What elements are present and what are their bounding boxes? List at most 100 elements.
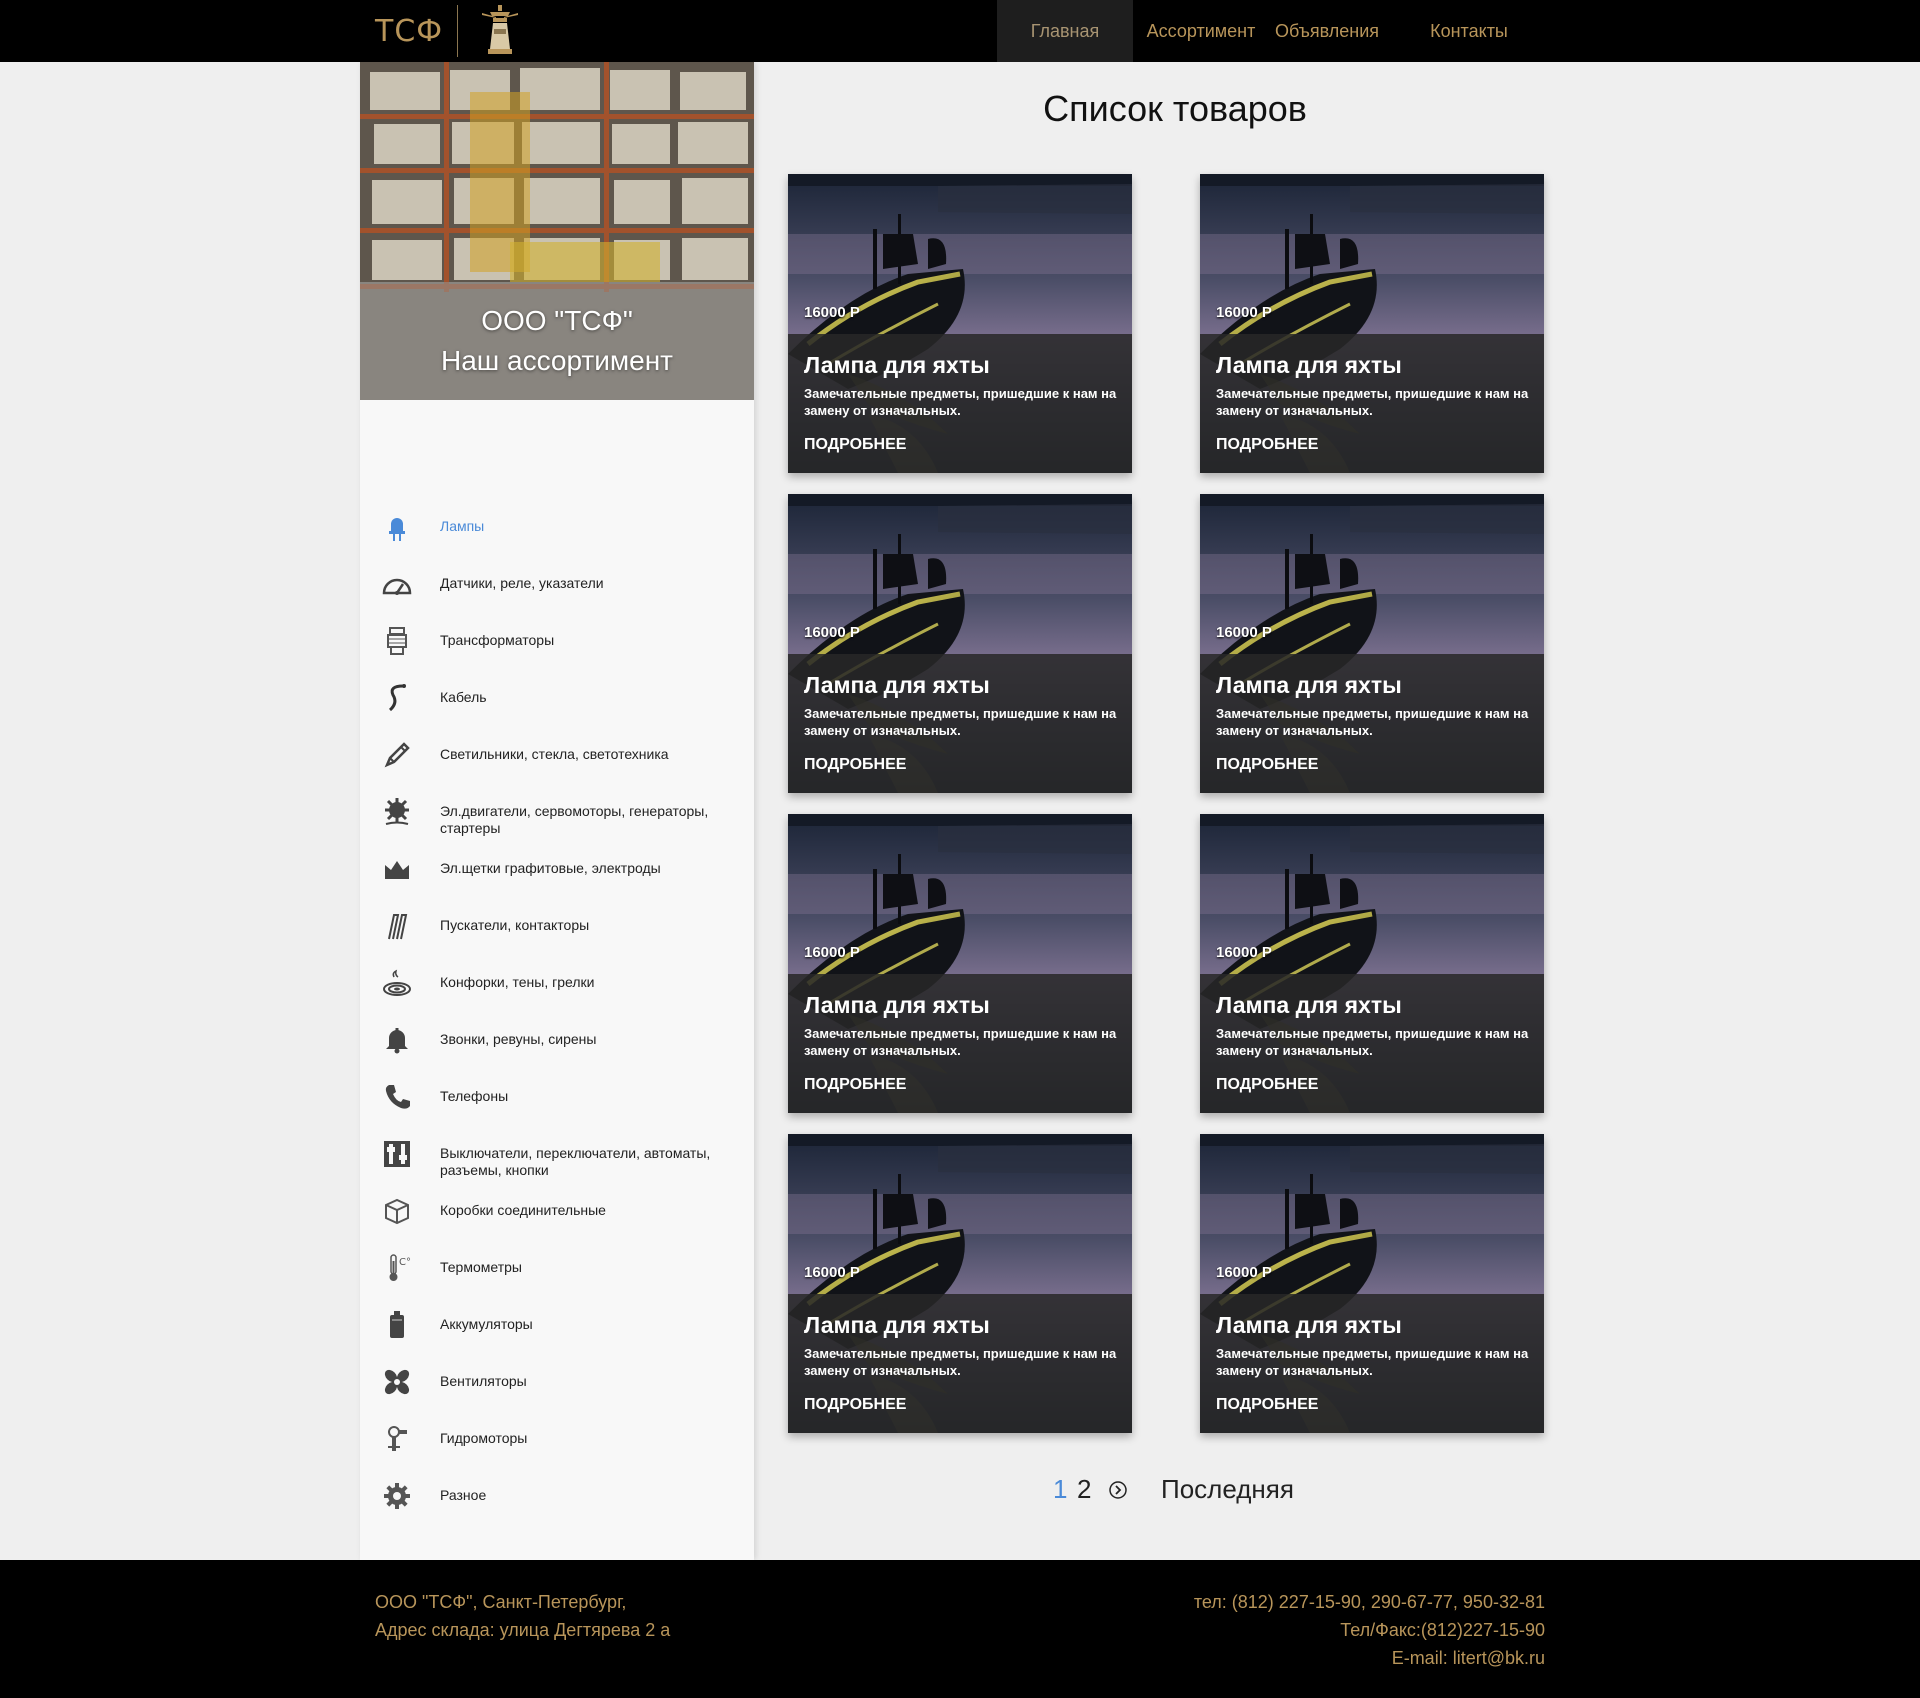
category-label: Выключатели, переключатели, автоматы, ра…: [440, 1145, 711, 1178]
category-label: Термометры: [440, 1259, 522, 1275]
nav-contacts[interactable]: Контакты: [1385, 0, 1553, 62]
product-card[interactable]: 16000 Р Лампа для яхты Замечательные предм…: [788, 174, 1132, 473]
product-card[interactable]: 16000 Р Лампа для яхты Замечательные предм…: [1200, 1134, 1544, 1433]
next-page-icon[interactable]: [1108, 1480, 1128, 1500]
product-card[interactable]: 16000 Р Лампа для яхты Замечательные предм…: [788, 1134, 1132, 1433]
more-link[interactable]: ПОДРОБНЕЕ: [804, 1396, 906, 1414]
footer-phones: тел: (812) 227-15-90, 290-67-77, 950-32-…: [1193, 1592, 1545, 1612]
footer: ООО "ТСФ", Санкт-Петербург, Адрес склада…: [0, 1560, 1920, 1698]
category-item-phones[interactable]: Телефоны: [360, 1082, 754, 1132]
battery-icon: [382, 1310, 412, 1340]
category-item-motors[interactable]: Эл.двигатели, сервомоторы, генераторы, с…: [360, 797, 754, 847]
product-price: 16000 Р: [804, 624, 860, 641]
category-label: Конфорки, тены, грелки: [440, 974, 595, 990]
gear-icon: [382, 1481, 412, 1511]
category-label: Кабель: [440, 689, 487, 705]
category-label: Коробки соединительные: [440, 1202, 606, 1218]
product-title: Лампа для яхты: [804, 992, 990, 1018]
category-item-junction-boxes[interactable]: Коробки соединительные: [360, 1196, 754, 1246]
category-item-brushes[interactable]: Эл.щетки графитовые, электроды: [360, 854, 754, 904]
lamp-icon: [382, 512, 412, 542]
more-link[interactable]: ПОДРОБНЕЕ: [1216, 436, 1318, 454]
motor-icon: [382, 797, 412, 827]
main-nav: Главная Ассортимент Объявления Контакты: [997, 0, 1553, 62]
product-title: Лампа для яхты: [804, 352, 990, 378]
product-card[interactable]: 16000 Р Лампа для яхты Замечательные предм…: [1200, 814, 1544, 1113]
last-page-link[interactable]: Последняя: [1161, 1474, 1294, 1506]
more-link[interactable]: ПОДРОБНЕЕ: [804, 1076, 906, 1094]
category-item-switches[interactable]: Выключатели, переключатели, автоматы, ра…: [360, 1139, 754, 1189]
category-label: Датчики, реле, указатели: [440, 575, 604, 591]
nav-home[interactable]: Главная: [997, 0, 1133, 62]
product-price: 16000 Р: [804, 944, 860, 961]
product-price: 16000 Р: [804, 1264, 860, 1281]
box-icon: [382, 1196, 412, 1226]
category-label: Разное: [440, 1487, 487, 1503]
hero-company: ООО "ТСФ": [481, 305, 633, 336]
product-title: Лампа для яхты: [1216, 672, 1402, 698]
category-item-contactors[interactable]: Пускатели, контакторы: [360, 911, 754, 961]
category-item-fans[interactable]: Вентиляторы: [360, 1367, 754, 1417]
category-item-lamps[interactable]: Лампы: [360, 512, 754, 562]
thermometer-icon: C°: [382, 1253, 412, 1283]
product-card[interactable]: 16000 Р Лампа для яхты Замечательные предм…: [1200, 494, 1544, 793]
category-item-sensors[interactable]: Датчики, реле, указатели: [360, 569, 754, 619]
category-label: Лампы: [440, 518, 485, 534]
category-label: Звонки, ревуны, сирены: [440, 1031, 597, 1047]
footer-company: ООО "ТСФ", Санкт-Петербург,: [375, 1592, 627, 1612]
category-item-batteries[interactable]: Аккумуляторы: [360, 1310, 754, 1360]
pencil-icon: [382, 740, 412, 770]
category-item-bells[interactable]: Звонки, ревуны, сирены: [360, 1025, 754, 1075]
product-price: 16000 Р: [804, 304, 860, 321]
nav-assortment[interactable]: Ассортимент: [1133, 0, 1269, 62]
category-label: Эл.щетки графитовые, электроды: [440, 860, 661, 876]
hero-heading: Наш ассортимент: [440, 345, 674, 376]
nav-announcements[interactable]: Объявления: [1269, 0, 1385, 62]
cable-icon: [382, 683, 412, 713]
product-description: Замечательные предметы, пришедшие к нам …: [1216, 1026, 1529, 1058]
product-price: 16000 Р: [1216, 624, 1272, 641]
gauge-icon: [382, 569, 412, 599]
more-link[interactable]: ПОДРОБНЕЕ: [804, 756, 906, 774]
category-label: Светильники, стекла, светотехника: [440, 746, 669, 762]
category-label: Трансформаторы: [440, 632, 555, 648]
page-2-link[interactable]: 2: [1077, 1474, 1091, 1506]
product-card[interactable]: 16000 Р Лампа для яхты Замечательные предм…: [788, 494, 1132, 793]
category-label: Гидромоторы: [440, 1430, 528, 1446]
more-link[interactable]: ПОДРОБНЕЕ: [804, 436, 906, 454]
category-item-cable[interactable]: Кабель: [360, 683, 754, 733]
brand-name[interactable]: ТСФ: [375, 14, 443, 49]
burner-icon: [382, 968, 412, 998]
footer-email[interactable]: E-mail: litert@bk.ru: [1100, 1644, 1545, 1672]
category-item-burners[interactable]: Конфорки, тены, грелки: [360, 968, 754, 1018]
category-item-lighting[interactable]: Светильники, стекла, светотехника: [360, 740, 754, 790]
contactor-icon: [382, 911, 412, 941]
phone-icon: [382, 1082, 412, 1112]
product-card[interactable]: 16000 Р Лампа для яхты Замечательные предм…: [1200, 174, 1544, 473]
category-item-thermometers[interactable]: C° Термометры: [360, 1253, 754, 1303]
footer-address: ООО "ТСФ", Санкт-Петербург, Адрес склада…: [375, 1588, 670, 1644]
product-description: Замечательные предметы, пришедшие к нам …: [804, 706, 1117, 738]
brush-icon: [382, 854, 412, 884]
category-label: Телефоны: [440, 1088, 509, 1104]
product-description: Замечательные предметы, пришедшие к нам …: [804, 386, 1117, 418]
bell-icon: [382, 1025, 412, 1055]
product-title: Лампа для яхты: [1216, 1312, 1402, 1338]
more-link[interactable]: ПОДРОБНЕЕ: [1216, 1076, 1318, 1094]
page-title: Список товаров: [1043, 88, 1307, 129]
footer-warehouse: Адрес склада: улица Дегтярева 2 а: [375, 1620, 671, 1640]
product-title: Лампа для яхты: [804, 1312, 990, 1338]
more-link[interactable]: ПОДРОБНЕЕ: [1216, 756, 1318, 774]
more-link[interactable]: ПОДРОБНЕЕ: [1216, 1396, 1318, 1414]
product-card[interactable]: 16000 Р Лампа для яхты Замечательные предм…: [788, 814, 1132, 1113]
category-item-misc[interactable]: Разное: [360, 1481, 754, 1531]
product-title: Лампа для яхты: [1216, 992, 1402, 1018]
product-price: 16000 Р: [1216, 1264, 1272, 1281]
category-label: Аккумуляторы: [440, 1316, 533, 1332]
svg-text:C°: C°: [399, 1257, 411, 1268]
page-1-link[interactable]: 1: [1053, 1474, 1067, 1506]
brand[interactable]: ТСФ: [375, 0, 528, 62]
category-item-transformers[interactable]: Трансформаторы: [360, 626, 754, 676]
category-item-hydromotors[interactable]: Гидромоторы: [360, 1424, 754, 1474]
product-description: Замечательные предметы, пришедшие к нам …: [1216, 706, 1529, 738]
